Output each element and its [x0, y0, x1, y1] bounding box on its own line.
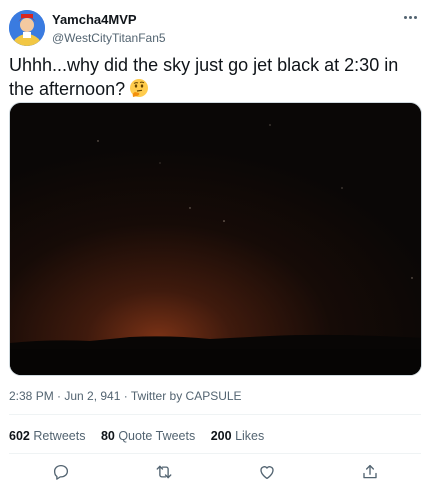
user-names: Yamcha4MVP @WestCityTitanFan5: [52, 12, 166, 46]
heart-icon[interactable]: [256, 461, 278, 483]
display-name[interactable]: Yamcha4MVP: [52, 12, 166, 27]
tweet-header: Yamcha4MVP @WestCityTitanFan5: [9, 10, 421, 46]
tweet-text: Uhhh...why did the sky just go jet black…: [9, 53, 421, 101]
likes-label: Likes: [235, 429, 265, 443]
more-horizontal-icon[interactable]: [399, 10, 421, 24]
tweet-source[interactable]: Twitter by CAPSULE: [131, 389, 242, 403]
quotes-label: Quote Tweets: [118, 429, 196, 443]
tweet-timestamp[interactable]: 2:38 PM · Jun 2, 941 ·: [9, 389, 131, 403]
user-handle[interactable]: @WestCityTitanFan5: [52, 31, 166, 46]
quotes-count: 80: [100, 429, 115, 443]
likes-stat[interactable]: 200 Likes: [211, 429, 265, 443]
thinking-face-emoji: [130, 79, 149, 97]
tweet-actions: [9, 460, 421, 486]
tweet-body: Uhhh...why did the sky just go jet black…: [9, 55, 399, 99]
tweet-image[interactable]: [9, 102, 422, 376]
divider: [9, 453, 421, 454]
likes-count: 200: [210, 429, 232, 443]
share-icon[interactable]: [359, 461, 381, 483]
retweets-stat[interactable]: 602 Retweets: [9, 429, 85, 443]
divider: [9, 414, 421, 415]
retweets-count: 602: [9, 429, 30, 443]
avatar[interactable]: [9, 10, 45, 46]
quotes-stat[interactable]: 80 Quote Tweets: [101, 429, 195, 443]
tweet-stats: 602 Retweets 80 Quote Tweets 200 Likes: [9, 429, 276, 443]
tweet-meta: 2:38 PM · Jun 2, 941 · Twitter by CAPSUL…: [9, 389, 242, 403]
retweets-label: Retweets: [33, 429, 86, 443]
retweet-icon[interactable]: [153, 461, 175, 483]
tweet: Yamcha4MVP @WestCityTitanFan5 Uhhh...why…: [0, 0, 431, 498]
reply-icon[interactable]: [50, 461, 72, 483]
